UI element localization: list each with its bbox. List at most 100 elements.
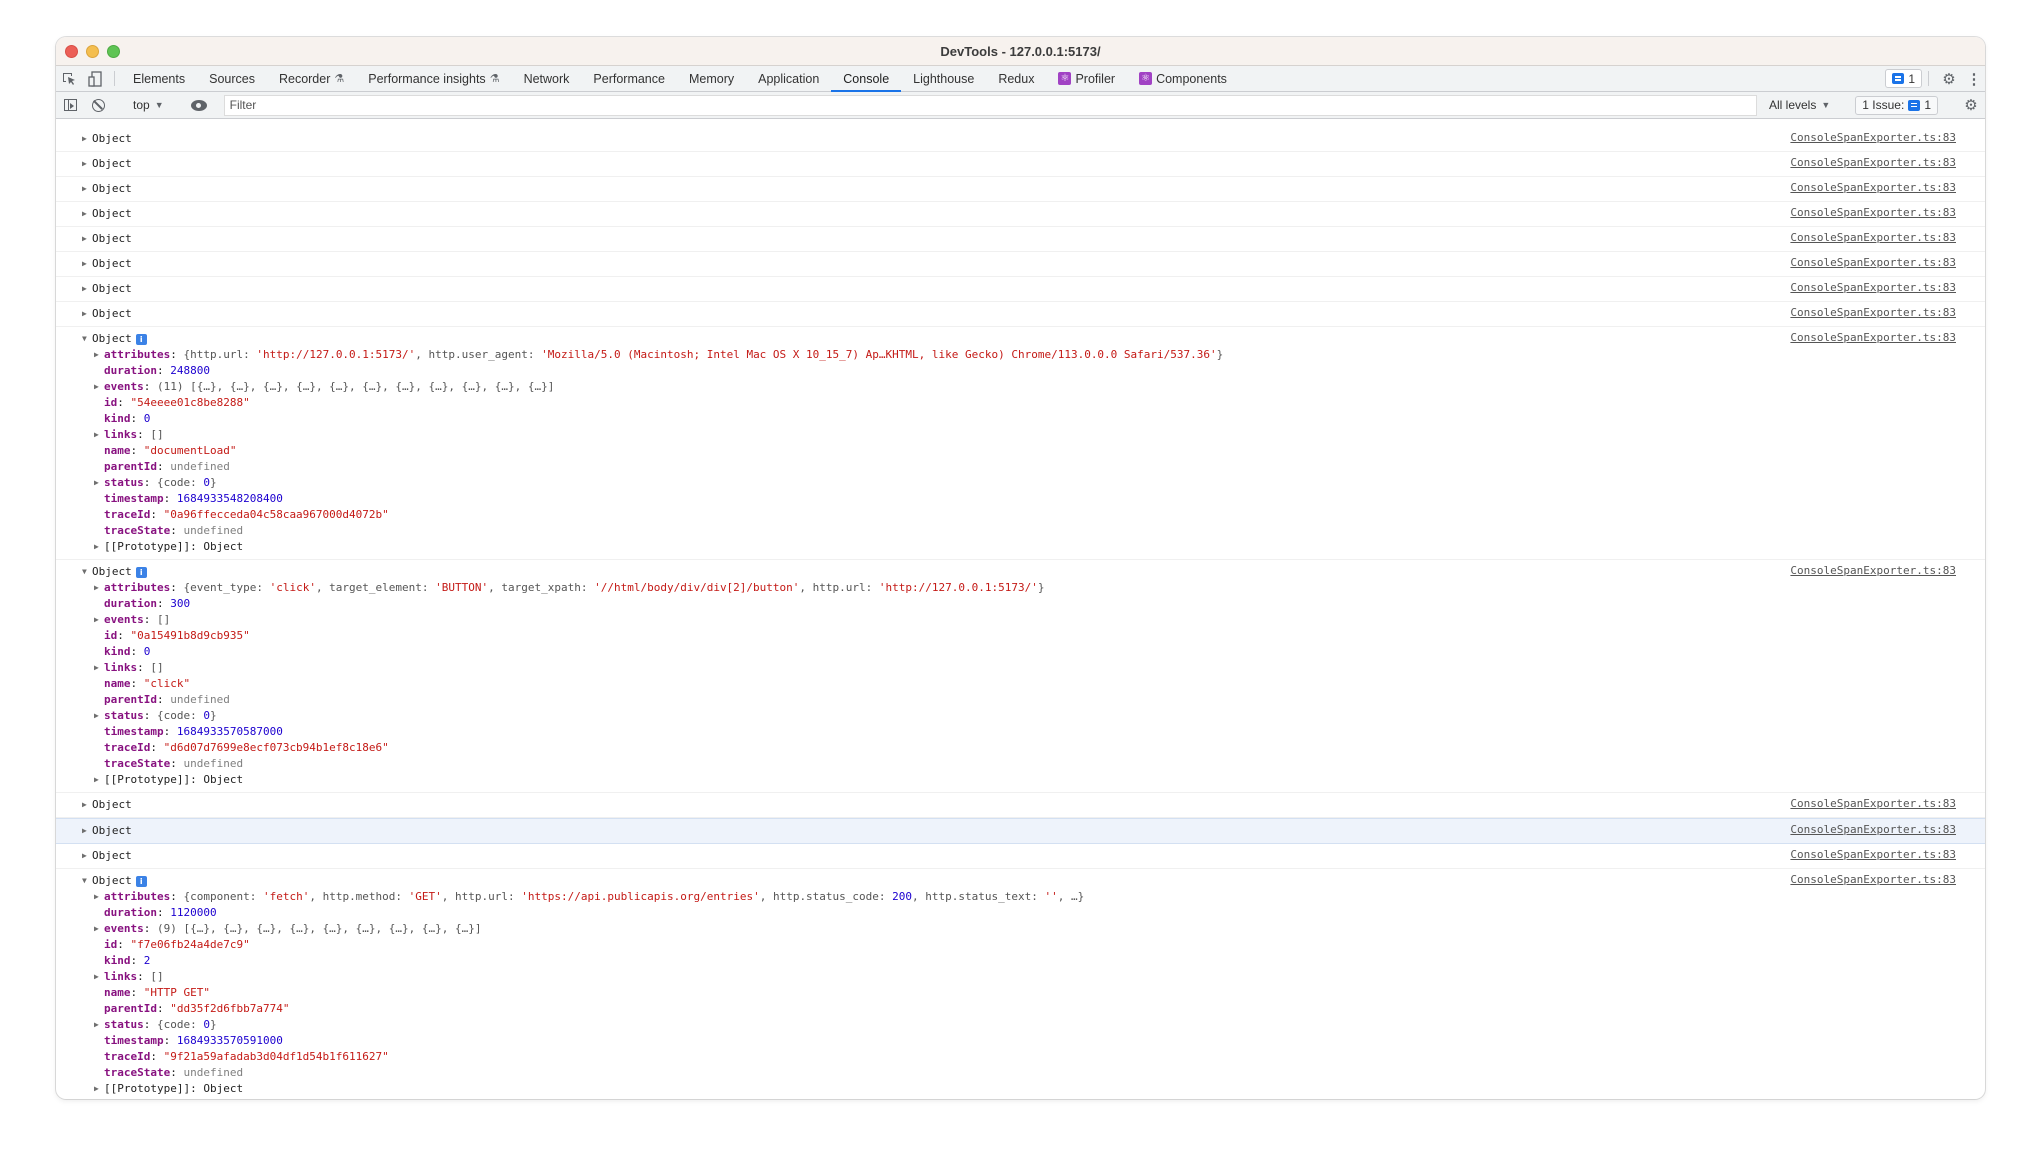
- live-expression-button[interactable]: [185, 92, 213, 119]
- triangle-right-icon[interactable]: ▶: [94, 1081, 104, 1097]
- console-settings-gear-icon[interactable]: ⚙: [1957, 96, 1985, 114]
- property-events[interactable]: ▶ events: (9) [{…}, {…}, {…}, {…}, {…}, {…: [82, 921, 1985, 937]
- property-events[interactable]: ▶ events: []: [82, 612, 1985, 628]
- source-link[interactable]: ConsoleSpanExporter.ts:83: [1790, 331, 1956, 344]
- source-link[interactable]: ConsoleSpanExporter.ts:83: [1790, 256, 1956, 269]
- triangle-right-icon[interactable]: ▶: [94, 1017, 104, 1033]
- triangle-right-icon[interactable]: ▶: [82, 156, 92, 172]
- source-link[interactable]: ConsoleSpanExporter.ts:83: [1790, 281, 1956, 294]
- tab-recorder[interactable]: Recorder ⚗: [267, 66, 356, 91]
- triangle-down-icon[interactable]: ▼: [82, 331, 92, 347]
- filter-input[interactable]: [229, 98, 1756, 112]
- triangle-right-icon[interactable]: ▶: [94, 660, 104, 676]
- tab-profiler[interactable]: ⚛ Profiler: [1046, 66, 1127, 91]
- triangle-right-icon[interactable]: ▶: [82, 306, 92, 322]
- show-sidebar-button[interactable]: [56, 92, 84, 119]
- object-toggle[interactable]: ▶ Object: [82, 181, 1985, 197]
- triangle-right-icon[interactable]: ▶: [82, 206, 92, 222]
- triangle-down-icon[interactable]: ▼: [82, 564, 92, 580]
- info-icon[interactable]: i: [135, 567, 147, 578]
- tab-redux[interactable]: Redux: [986, 66, 1046, 91]
- triangle-right-icon[interactable]: ▶: [82, 823, 92, 839]
- source-link[interactable]: ConsoleSpanExporter.ts:83: [1790, 206, 1956, 219]
- triangle-right-icon[interactable]: ▶: [94, 708, 104, 724]
- tab-components[interactable]: ⚛ Components: [1127, 66, 1239, 91]
- object-toggle[interactable]: ▼ Object i: [82, 873, 1985, 889]
- triangle-right-icon[interactable]: ▶: [82, 256, 92, 272]
- triangle-right-icon[interactable]: ▶: [94, 580, 104, 596]
- object-toggle[interactable]: ▶ Object: [82, 256, 1985, 272]
- more-options-icon[interactable]: ⋮: [1963, 66, 1985, 91]
- inspect-element-icon[interactable]: [56, 66, 82, 91]
- source-link[interactable]: ConsoleSpanExporter.ts:83: [1790, 306, 1956, 319]
- info-icon[interactable]: i: [135, 876, 147, 887]
- object-toggle[interactable]: ▼ Object i: [82, 331, 1985, 347]
- property-links[interactable]: ▶ links: []: [82, 660, 1985, 676]
- source-link[interactable]: ConsoleSpanExporter.ts:83: [1790, 564, 1956, 577]
- property-events[interactable]: ▶ events: (11) [{…}, {…}, {…}, {…}, {…}, …: [82, 379, 1985, 395]
- settings-gear-icon[interactable]: ⚙: [1935, 66, 1963, 91]
- triangle-down-icon[interactable]: ▼: [82, 873, 92, 889]
- log-levels-dropdown[interactable]: All levels ▼: [1763, 98, 1836, 112]
- tab-performance[interactable]: Performance: [581, 66, 677, 91]
- tab-sources[interactable]: Sources: [197, 66, 267, 91]
- triangle-right-icon[interactable]: ▶: [82, 797, 92, 813]
- source-link[interactable]: ConsoleSpanExporter.ts:83: [1790, 848, 1956, 861]
- object-toggle[interactable]: ▶ Object: [82, 281, 1985, 297]
- object-toggle[interactable]: ▶ Object: [82, 797, 1985, 813]
- object-toggle[interactable]: ▶ Object: [82, 131, 1985, 147]
- property-status[interactable]: ▶ status: {code: 0}: [82, 708, 1985, 724]
- property-status[interactable]: ▶ status: {code: 0}: [82, 1017, 1985, 1033]
- triangle-right-icon[interactable]: ▶: [94, 889, 104, 905]
- property-attributes[interactable]: ▶ attributes: {component: 'fetch', http.m…: [82, 889, 1985, 905]
- object-toggle[interactable]: ▼ Object i: [82, 564, 1985, 580]
- triangle-right-icon[interactable]: ▶: [94, 969, 104, 985]
- property-links[interactable]: ▶ links: []: [82, 427, 1985, 443]
- source-link[interactable]: ConsoleSpanExporter.ts:83: [1790, 823, 1956, 836]
- object-toggle[interactable]: ▶ Object: [82, 306, 1985, 322]
- tab-performance-insights[interactable]: Performance insights ⚗: [356, 66, 511, 91]
- tab-application[interactable]: Application: [746, 66, 831, 91]
- tab-memory[interactable]: Memory: [677, 66, 746, 91]
- object-toggle[interactable]: ▶ Object: [82, 848, 1985, 864]
- messages-count-button[interactable]: 1: [1885, 69, 1922, 88]
- triangle-right-icon[interactable]: ▶: [94, 379, 104, 395]
- triangle-right-icon[interactable]: ▶: [82, 281, 92, 297]
- context-selector[interactable]: top ▼: [125, 98, 172, 112]
- triangle-right-icon[interactable]: ▶: [94, 475, 104, 491]
- object-toggle[interactable]: ▶ Object: [82, 231, 1985, 247]
- tab-lighthouse[interactable]: Lighthouse: [901, 66, 986, 91]
- property-links[interactable]: ▶ links: []: [82, 969, 1985, 985]
- triangle-right-icon[interactable]: ▶: [82, 131, 92, 147]
- source-link[interactable]: ConsoleSpanExporter.ts:83: [1790, 231, 1956, 244]
- source-link[interactable]: ConsoleSpanExporter.ts:83: [1790, 797, 1956, 810]
- triangle-right-icon[interactable]: ▶: [94, 427, 104, 443]
- property-status[interactable]: ▶ status: {code: 0}: [82, 475, 1985, 491]
- triangle-right-icon[interactable]: ▶: [82, 231, 92, 247]
- object-toggle[interactable]: ▶ Object: [82, 823, 1985, 839]
- triangle-right-icon[interactable]: ▶: [94, 612, 104, 628]
- filter-box[interactable]: [223, 94, 1757, 116]
- property-attributes[interactable]: ▶ attributes: {http.url: 'http://127.0.0.…: [82, 347, 1985, 363]
- issues-button[interactable]: 1 Issue: 1: [1855, 95, 1938, 115]
- source-link[interactable]: ConsoleSpanExporter.ts:83: [1790, 156, 1956, 169]
- property-attributes[interactable]: ▶ attributes: {event_type: 'click', targe…: [82, 580, 1985, 596]
- property-prototype[interactable]: ▶ [[Prototype]]: Object: [82, 539, 1985, 555]
- object-toggle[interactable]: ▶ Object: [82, 206, 1985, 222]
- device-toolbar-icon[interactable]: [82, 66, 108, 91]
- info-icon[interactable]: i: [135, 334, 147, 345]
- triangle-right-icon[interactable]: ▶: [94, 539, 104, 555]
- triangle-right-icon[interactable]: ▶: [82, 848, 92, 864]
- property-prototype[interactable]: ▶ [[Prototype]]: Object: [82, 1081, 1985, 1097]
- source-link[interactable]: ConsoleSpanExporter.ts:83: [1790, 181, 1956, 194]
- tab-console[interactable]: Console: [831, 66, 902, 92]
- clear-console-button[interactable]: [84, 92, 112, 119]
- property-prototype[interactable]: ▶ [[Prototype]]: Object: [82, 772, 1985, 788]
- triangle-right-icon[interactable]: ▶: [94, 347, 104, 363]
- triangle-right-icon[interactable]: ▶: [94, 921, 104, 937]
- object-toggle[interactable]: ▶ Object: [82, 156, 1985, 172]
- tab-network[interactable]: Network: [512, 66, 582, 91]
- tab-elements[interactable]: Elements: [121, 66, 197, 91]
- source-link[interactable]: ConsoleSpanExporter.ts:83: [1790, 131, 1956, 144]
- triangle-right-icon[interactable]: ▶: [94, 772, 104, 788]
